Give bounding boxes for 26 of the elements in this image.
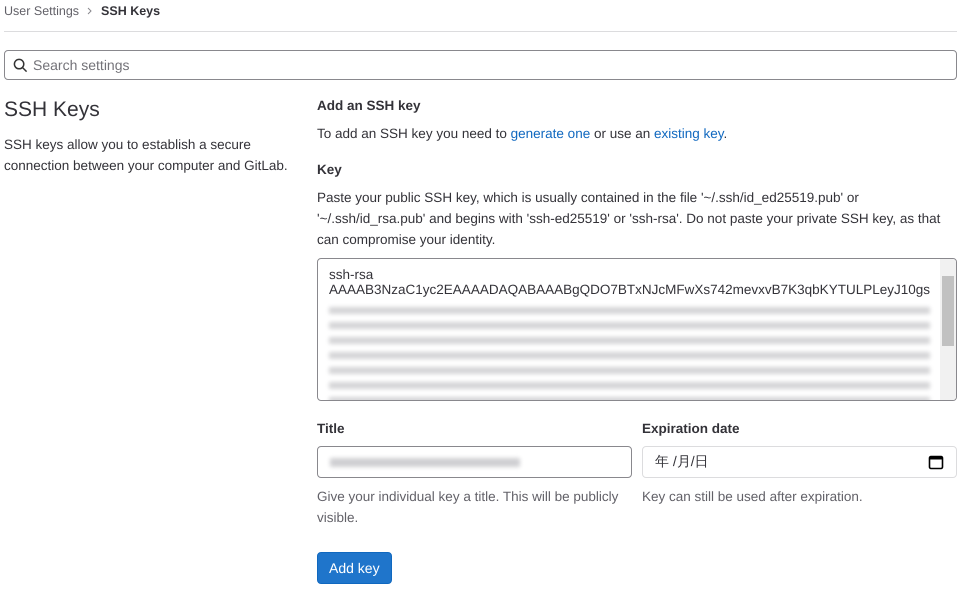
date-value: 年 /月/日 [655,453,709,471]
field-label: Key [317,162,343,177]
title-input-field[interactable] [317,446,632,478]
add-key-button[interactable]: Add key [317,552,392,584]
calendar-icon[interactable] [928,454,944,470]
key-textarea[interactable]: ssh-rsa AAAAB3NzaC1yc2EAAAADAQABAAABgQDO7BTxNJcMFwXs742mevxvB7K3qbKYTULPLeyJ10gs [317,258,957,401]
field-label: Expiration date [642,421,741,436]
section-title: SSH Keys [4,98,101,122]
key-text-line: AAAAB3NzaC1yc2EAAAADAQABAAABgQDO7BTxNJcMFwXs742mevxvB7K3qbKYTULPLeyJ10gs [329,282,930,297]
form-heading: Add an SSH key [317,98,422,113]
search-icon [13,58,28,73]
section-description: SSH keys allow you to establish a secure connection between your computer and GitLab. [4,136,289,175]
date-input-field[interactable]: 年 /月/日 [642,446,957,478]
help-text: Give your individual key a title. This will be publicly visible. [317,488,620,527]
key-text-line: ssh-rsa [329,267,374,282]
chevron-right-icon [87,6,94,14]
scrollbar[interactable] [940,259,956,400]
breadcrumb-link[interactable]: SSH Keys [101,4,160,18]
breadcrumb-link[interactable]: User Settings [4,4,80,18]
help-text: Key can still be used after expiration. [642,488,864,506]
help-text: Paste your public SSH key, which is usually contained in the file '~/.ssh/id_ed25519.pub' or '~/.ssh/id_rsa.pub' and begins with 'ssh-ed25519' or 'ssh-rsa'. Do not paste your private SSH key, as that can compromise your identity. [317,189,942,249]
intro-text: To add an SSH key you need to generate one or use an existing key. [317,125,728,143]
field-label: Title [317,421,346,436]
search-field[interactable]: Search settings [4,50,957,80]
link[interactable]: generate one [510,126,590,141]
link[interactable]: existing key [654,126,724,141]
